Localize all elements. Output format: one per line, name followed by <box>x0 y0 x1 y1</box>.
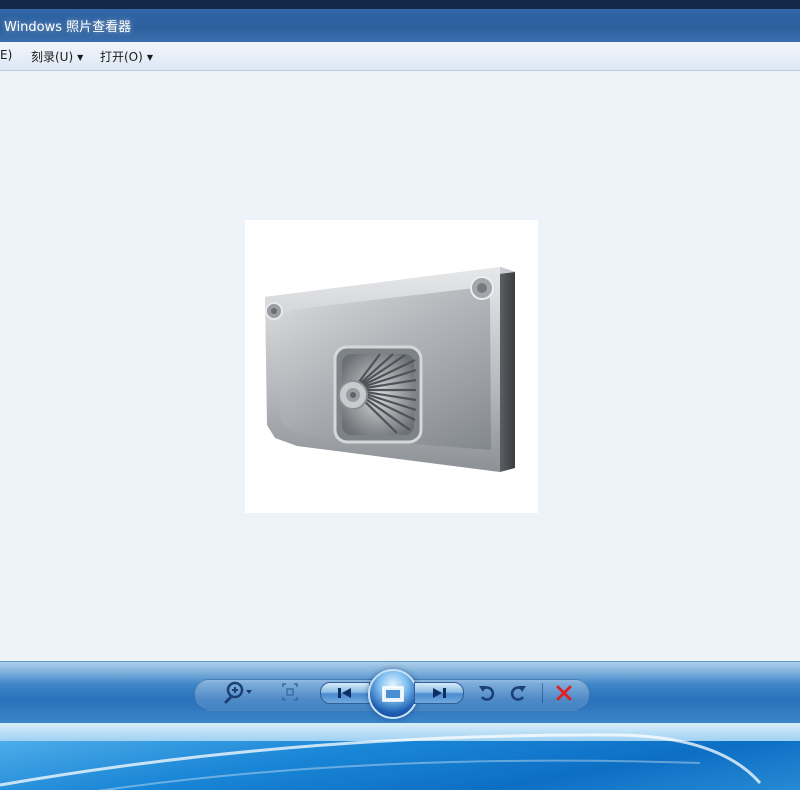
rotate-counterclockwise-icon <box>479 686 495 701</box>
bottom-edge <box>0 790 800 800</box>
image-viewer-area <box>0 71 800 661</box>
menu-item-edit[interactable]: E) <box>0 48 12 62</box>
delete-button[interactable] <box>553 681 575 705</box>
title-bar-top-edge <box>0 0 800 9</box>
next-track-icon <box>433 688 446 698</box>
menu-item-label: E) <box>0 48 13 62</box>
range-hood-image <box>265 267 515 472</box>
control-separator <box>542 683 543 703</box>
dropdown-arrow-icon: ▼ <box>77 53 84 62</box>
slideshow-icon <box>382 686 404 702</box>
zoom-button[interactable] <box>222 679 256 705</box>
menu-item-open[interactable]: 打开(O) ▼ <box>100 48 153 65</box>
window-title: Windows 照片查看器 <box>4 20 132 35</box>
dropdown-arrow-icon: ▼ <box>146 53 153 62</box>
wallpaper-swoosh <box>0 733 762 800</box>
displayed-photo[interactable] <box>245 220 538 513</box>
magnifier-plus-icon <box>224 681 252 704</box>
menu-item-burn[interactable]: 刻录(U) ▼ <box>31 48 83 65</box>
rotate-clockwise-button[interactable] <box>507 681 529 705</box>
title-bar: Windows 照片查看器 <box>0 0 800 42</box>
rotate-clockwise-icon <box>510 686 526 701</box>
menu-item-label: 打开(O) <box>100 50 143 64</box>
desktop-background-strip <box>0 723 800 800</box>
next-button[interactable] <box>414 682 464 704</box>
rotate-counterclockwise-button[interactable] <box>476 681 498 705</box>
close-x-icon <box>556 685 572 701</box>
previous-track-icon <box>338 688 351 698</box>
menu-bar: E) 刻录(U) ▼ 打开(O) ▼ <box>0 42 800 71</box>
actual-size-button[interactable] <box>278 681 302 703</box>
previous-button[interactable] <box>320 682 370 704</box>
slideshow-button[interactable] <box>368 669 418 719</box>
menu-item-label: 刻录(U) <box>31 50 74 64</box>
actual-size-icon <box>282 683 298 701</box>
